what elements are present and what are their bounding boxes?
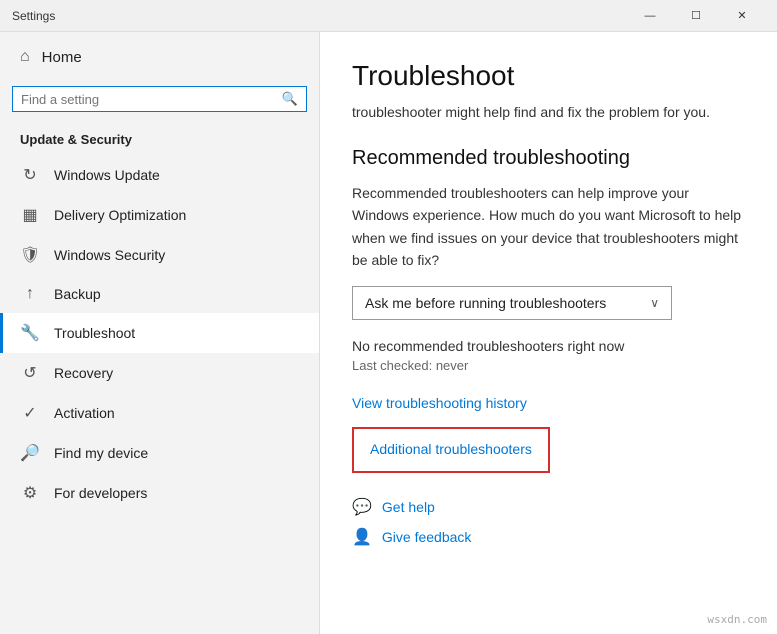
view-history-link[interactable]: View troubleshooting history — [352, 395, 527, 411]
sidebar-item-label: Find my device — [54, 445, 148, 461]
home-label: Home — [42, 49, 82, 66]
sidebar-item-for-developers[interactable]: ⚙ For developers — [0, 473, 319, 513]
for-developers-icon: ⚙ — [20, 483, 40, 503]
sidebar-item-recovery[interactable]: ↺ Recovery — [0, 353, 319, 393]
windows-update-icon: ↻ — [20, 165, 40, 185]
no-troubleshooters-text: No recommended troubleshooters right now — [352, 338, 745, 354]
find-my-device-icon: 🔎 — [20, 443, 40, 463]
sidebar: ⌂ Home 🔍 Update & Security ↻ Windows Upd… — [0, 32, 320, 634]
title-bar: Settings — ☐ ✕ — [0, 0, 777, 32]
content-area: Troubleshoot troubleshooter might help f… — [320, 32, 777, 634]
intro-text: troubleshooter might help find and fix t… — [352, 102, 745, 123]
chevron-down-icon: ∨ — [650, 296, 659, 310]
dropdown-label: Ask me before running troubleshooters — [365, 295, 650, 311]
sidebar-item-label: Windows Security — [54, 247, 165, 263]
activation-icon: ✓ — [20, 403, 40, 423]
sidebar-item-label: Delivery Optimization — [54, 207, 186, 223]
get-help-link-item[interactable]: 💬 Get help — [352, 497, 745, 517]
search-input[interactable] — [21, 92, 282, 107]
sidebar-item-label: Backup — [54, 286, 101, 302]
sidebar-item-label: Troubleshoot — [54, 325, 135, 341]
recommended-section-title: Recommended troubleshooting — [352, 147, 745, 170]
troubleshooter-dropdown[interactable]: Ask me before running troubleshooters ∨ — [352, 286, 672, 320]
troubleshoot-icon: 🔧 — [20, 323, 40, 343]
last-checked-text: Last checked: never — [352, 358, 745, 373]
backup-icon: ↑ — [20, 285, 40, 303]
get-help-link[interactable]: Get help — [382, 499, 435, 515]
delivery-optimization-icon: ▦ — [20, 205, 40, 225]
sidebar-item-backup[interactable]: ↑ Backup — [0, 275, 319, 313]
footer-links: 💬 Get help 👤 Give feedback — [352, 497, 745, 547]
sidebar-section-title: Update & Security — [0, 124, 319, 155]
sidebar-item-delivery-optimization[interactable]: ▦ Delivery Optimization — [0, 195, 319, 235]
give-feedback-link[interactable]: Give feedback — [382, 529, 472, 545]
sidebar-item-label: Activation — [54, 405, 115, 421]
search-box[interactable]: 🔍 — [12, 86, 307, 112]
window-controls: — ☐ ✕ — [627, 0, 765, 32]
minimize-button[interactable]: — — [627, 0, 673, 32]
watermark: wsxdn.com — [707, 613, 767, 626]
sidebar-item-find-my-device[interactable]: 🔎 Find my device — [0, 433, 319, 473]
maximize-button[interactable]: ☐ — [673, 0, 719, 32]
home-icon: ⌂ — [20, 48, 30, 66]
give-feedback-link-item[interactable]: 👤 Give feedback — [352, 527, 745, 547]
sidebar-item-label: For developers — [54, 485, 147, 501]
additional-troubleshooters-box[interactable]: Additional troubleshooters — [352, 427, 550, 473]
sidebar-item-windows-security[interactable]: 🛡 Windows Security — [0, 235, 319, 275]
recommended-section-desc: Recommended troubleshooters can help imp… — [352, 182, 745, 272]
window-title: Settings — [12, 9, 627, 23]
search-icon: 🔍 — [282, 91, 298, 107]
sidebar-item-activation[interactable]: ✓ Activation — [0, 393, 319, 433]
additional-troubleshooters-link[interactable]: Additional troubleshooters — [370, 441, 532, 457]
sidebar-item-windows-update[interactable]: ↻ Windows Update — [0, 155, 319, 195]
sidebar-item-label: Recovery — [54, 365, 113, 381]
sidebar-item-label: Windows Update — [54, 167, 160, 183]
close-button[interactable]: ✕ — [719, 0, 765, 32]
sidebar-home[interactable]: ⌂ Home — [0, 32, 319, 82]
windows-security-icon: 🛡 — [20, 245, 40, 265]
app-body: ⌂ Home 🔍 Update & Security ↻ Windows Upd… — [0, 32, 777, 634]
get-help-icon: 💬 — [352, 497, 372, 517]
recovery-icon: ↺ — [20, 363, 40, 383]
give-feedback-icon: 👤 — [352, 527, 372, 547]
page-title: Troubleshoot — [352, 60, 745, 92]
sidebar-item-troubleshoot[interactable]: 🔧 Troubleshoot — [0, 313, 319, 353]
